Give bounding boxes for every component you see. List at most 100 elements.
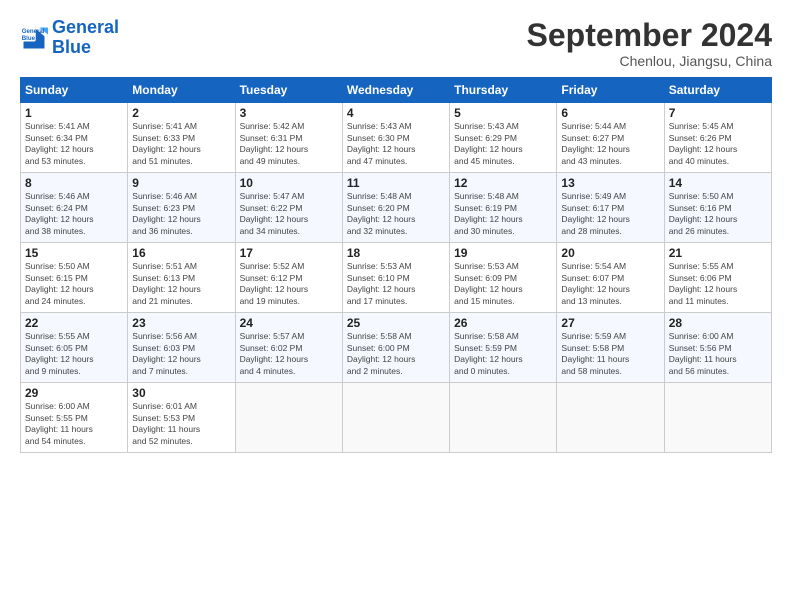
day-info: Sunrise: 5:49 AM Sunset: 6:17 PM Dayligh… [561, 191, 659, 237]
day-info: Sunrise: 5:48 AM Sunset: 6:19 PM Dayligh… [454, 191, 552, 237]
calendar-cell: 6Sunrise: 5:44 AM Sunset: 6:27 PM Daylig… [557, 103, 664, 173]
calendar-cell: 10Sunrise: 5:47 AM Sunset: 6:22 PM Dayli… [235, 173, 342, 243]
day-info: Sunrise: 5:50 AM Sunset: 6:16 PM Dayligh… [669, 191, 767, 237]
calendar-body: 1Sunrise: 5:41 AM Sunset: 6:34 PM Daylig… [21, 103, 772, 453]
day-number: 12 [454, 176, 552, 190]
day-info: Sunrise: 5:43 AM Sunset: 6:30 PM Dayligh… [347, 121, 445, 167]
day-number: 5 [454, 106, 552, 120]
day-number: 16 [132, 246, 230, 260]
calendar-cell: 23Sunrise: 5:56 AM Sunset: 6:03 PM Dayli… [128, 313, 235, 383]
day-info: Sunrise: 5:48 AM Sunset: 6:20 PM Dayligh… [347, 191, 445, 237]
calendar-cell: 24Sunrise: 5:57 AM Sunset: 6:02 PM Dayli… [235, 313, 342, 383]
day-info: Sunrise: 5:56 AM Sunset: 6:03 PM Dayligh… [132, 331, 230, 377]
day-info: Sunrise: 5:59 AM Sunset: 5:58 PM Dayligh… [561, 331, 659, 377]
day-info: Sunrise: 5:54 AM Sunset: 6:07 PM Dayligh… [561, 261, 659, 307]
calendar-cell: 16Sunrise: 5:51 AM Sunset: 6:13 PM Dayli… [128, 243, 235, 313]
svg-text:Blue: Blue [22, 35, 36, 42]
calendar-table: SundayMondayTuesdayWednesdayThursdayFrid… [20, 77, 772, 453]
day-info: Sunrise: 6:00 AM Sunset: 5:55 PM Dayligh… [25, 401, 123, 447]
calendar-cell: 7Sunrise: 5:45 AM Sunset: 6:26 PM Daylig… [664, 103, 771, 173]
day-number: 13 [561, 176, 659, 190]
day-info: Sunrise: 5:47 AM Sunset: 6:22 PM Dayligh… [240, 191, 338, 237]
calendar-cell [664, 383, 771, 453]
calendar-cell [342, 383, 449, 453]
day-info: Sunrise: 5:55 AM Sunset: 6:06 PM Dayligh… [669, 261, 767, 307]
day-number: 15 [25, 246, 123, 260]
day-info: Sunrise: 5:45 AM Sunset: 6:26 PM Dayligh… [669, 121, 767, 167]
week-row: 1Sunrise: 5:41 AM Sunset: 6:34 PM Daylig… [21, 103, 772, 173]
day-info: Sunrise: 5:51 AM Sunset: 6:13 PM Dayligh… [132, 261, 230, 307]
calendar-cell: 9Sunrise: 5:46 AM Sunset: 6:23 PM Daylig… [128, 173, 235, 243]
calendar-cell: 22Sunrise: 5:55 AM Sunset: 6:05 PM Dayli… [21, 313, 128, 383]
day-number: 22 [25, 316, 123, 330]
day-number: 7 [669, 106, 767, 120]
day-header-sunday: Sunday [21, 78, 128, 103]
day-number: 21 [669, 246, 767, 260]
calendar-cell: 30Sunrise: 6:01 AM Sunset: 5:53 PM Dayli… [128, 383, 235, 453]
calendar-cell [557, 383, 664, 453]
week-row: 29Sunrise: 6:00 AM Sunset: 5:55 PM Dayli… [21, 383, 772, 453]
location-subtitle: Chenlou, Jiangsu, China [527, 53, 772, 69]
day-number: 17 [240, 246, 338, 260]
header: General Blue General Blue September 2024… [20, 18, 772, 69]
day-header-monday: Monday [128, 78, 235, 103]
week-row: 22Sunrise: 5:55 AM Sunset: 6:05 PM Dayli… [21, 313, 772, 383]
week-row: 8Sunrise: 5:46 AM Sunset: 6:24 PM Daylig… [21, 173, 772, 243]
day-number: 14 [669, 176, 767, 190]
day-info: Sunrise: 5:53 AM Sunset: 6:10 PM Dayligh… [347, 261, 445, 307]
day-info: Sunrise: 5:44 AM Sunset: 6:27 PM Dayligh… [561, 121, 659, 167]
calendar-cell: 29Sunrise: 6:00 AM Sunset: 5:55 PM Dayli… [21, 383, 128, 453]
day-number: 24 [240, 316, 338, 330]
day-number: 30 [132, 386, 230, 400]
week-row: 15Sunrise: 5:50 AM Sunset: 6:15 PM Dayli… [21, 243, 772, 313]
calendar-cell: 11Sunrise: 5:48 AM Sunset: 6:20 PM Dayli… [342, 173, 449, 243]
day-number: 3 [240, 106, 338, 120]
day-info: Sunrise: 5:52 AM Sunset: 6:12 PM Dayligh… [240, 261, 338, 307]
svg-text:General: General [22, 28, 45, 35]
calendar-cell: 21Sunrise: 5:55 AM Sunset: 6:06 PM Dayli… [664, 243, 771, 313]
day-info: Sunrise: 5:55 AM Sunset: 6:05 PM Dayligh… [25, 331, 123, 377]
day-info: Sunrise: 6:00 AM Sunset: 5:56 PM Dayligh… [669, 331, 767, 377]
day-header-row: SundayMondayTuesdayWednesdayThursdayFrid… [21, 78, 772, 103]
day-info: Sunrise: 5:58 AM Sunset: 5:59 PM Dayligh… [454, 331, 552, 377]
day-info: Sunrise: 5:43 AM Sunset: 6:29 PM Dayligh… [454, 121, 552, 167]
calendar-cell [235, 383, 342, 453]
calendar-cell: 25Sunrise: 5:58 AM Sunset: 6:00 PM Dayli… [342, 313, 449, 383]
day-number: 18 [347, 246, 445, 260]
day-number: 1 [25, 106, 123, 120]
day-number: 11 [347, 176, 445, 190]
title-block: September 2024 Chenlou, Jiangsu, China [527, 18, 772, 69]
day-info: Sunrise: 5:42 AM Sunset: 6:31 PM Dayligh… [240, 121, 338, 167]
day-header-wednesday: Wednesday [342, 78, 449, 103]
logo-icon: General Blue [20, 24, 48, 52]
day-number: 9 [132, 176, 230, 190]
calendar-cell: 2Sunrise: 5:41 AM Sunset: 6:33 PM Daylig… [128, 103, 235, 173]
day-number: 26 [454, 316, 552, 330]
day-number: 8 [25, 176, 123, 190]
day-info: Sunrise: 5:41 AM Sunset: 6:34 PM Dayligh… [25, 121, 123, 167]
day-number: 28 [669, 316, 767, 330]
calendar-cell: 26Sunrise: 5:58 AM Sunset: 5:59 PM Dayli… [450, 313, 557, 383]
day-number: 20 [561, 246, 659, 260]
day-info: Sunrise: 6:01 AM Sunset: 5:53 PM Dayligh… [132, 401, 230, 447]
calendar-cell: 4Sunrise: 5:43 AM Sunset: 6:30 PM Daylig… [342, 103, 449, 173]
day-info: Sunrise: 5:41 AM Sunset: 6:33 PM Dayligh… [132, 121, 230, 167]
day-header-saturday: Saturday [664, 78, 771, 103]
day-number: 27 [561, 316, 659, 330]
day-number: 2 [132, 106, 230, 120]
calendar-cell: 13Sunrise: 5:49 AM Sunset: 6:17 PM Dayli… [557, 173, 664, 243]
day-info: Sunrise: 5:46 AM Sunset: 6:24 PM Dayligh… [25, 191, 123, 237]
calendar-cell: 14Sunrise: 5:50 AM Sunset: 6:16 PM Dayli… [664, 173, 771, 243]
calendar-cell: 17Sunrise: 5:52 AM Sunset: 6:12 PM Dayli… [235, 243, 342, 313]
calendar-cell: 15Sunrise: 5:50 AM Sunset: 6:15 PM Dayli… [21, 243, 128, 313]
calendar-cell: 5Sunrise: 5:43 AM Sunset: 6:29 PM Daylig… [450, 103, 557, 173]
calendar-cell: 19Sunrise: 5:53 AM Sunset: 6:09 PM Dayli… [450, 243, 557, 313]
day-number: 29 [25, 386, 123, 400]
day-header-friday: Friday [557, 78, 664, 103]
day-number: 10 [240, 176, 338, 190]
calendar-cell: 8Sunrise: 5:46 AM Sunset: 6:24 PM Daylig… [21, 173, 128, 243]
day-number: 6 [561, 106, 659, 120]
day-header-tuesday: Tuesday [235, 78, 342, 103]
logo: General Blue General Blue [20, 18, 119, 58]
calendar-cell: 1Sunrise: 5:41 AM Sunset: 6:34 PM Daylig… [21, 103, 128, 173]
